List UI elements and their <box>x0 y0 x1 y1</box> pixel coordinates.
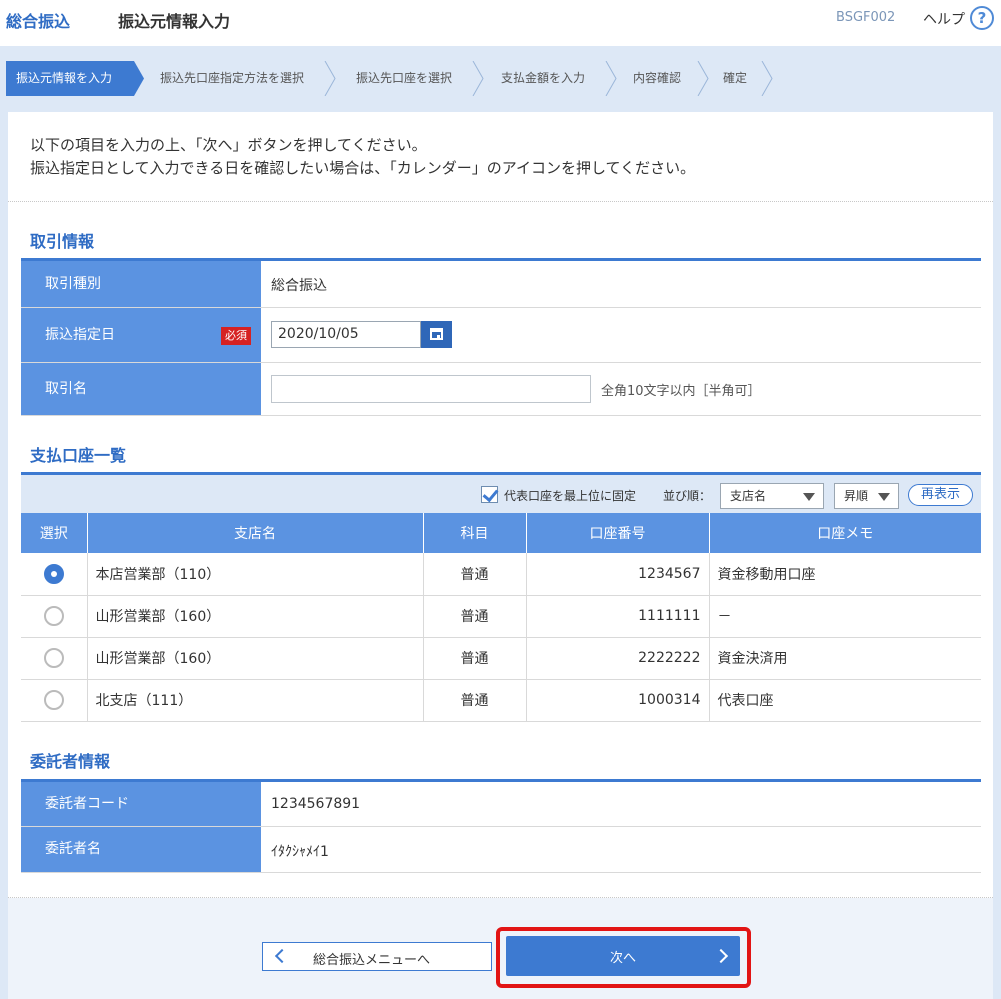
cell-memo: 資金移動用口座 <box>709 553 981 596</box>
cell-number: 1111111 <box>526 595 710 638</box>
section-title-consignor: 委託者情報 <box>30 752 111 771</box>
account-radio[interactable] <box>43 606 64 626</box>
chevron-down-icon <box>803 493 815 501</box>
table-row[interactable]: 本店営業部（110） 普通 1234567 資金移動用口座 <box>21 553 981 596</box>
instruction-line: 以下の項目を入力の上、「次へ」ボタンを押してください。 <box>30 136 427 154</box>
transaction-name-hint: 全角10文字以内［半角可］ <box>601 384 761 399</box>
step-amount: 支払金額を入力 <box>483 61 617 96</box>
section-title-accounts: 支払口座一覧 <box>30 446 127 465</box>
table-row[interactable]: 山形営業部（160） 普通 1111111 － <box>21 595 981 638</box>
sort-key-value: 支店名 <box>730 489 767 503</box>
row-consignor-name: 委託者名 ｲﾀｸｼｬﾒｲ1 <box>21 827 981 873</box>
row-transaction-type: 取引種別 総合振込 <box>21 261 981 308</box>
back-button-label: 総合振込メニューへ <box>313 953 431 968</box>
instruction-line: 振込指定日として入力できる日を確認したい場合は、「カレンダー」のアイコンを押して… <box>30 159 696 177</box>
accounts-table: 選択 支店名 科目 口座番号 口座メモ 本店営業部（110） 普通 123456… <box>21 513 981 722</box>
cell-number: 1234567 <box>526 553 710 596</box>
step-dest-method: 振込先口座指定方法を選択 <box>144 61 336 96</box>
cell-branch: 本店営業部（110） <box>87 553 424 596</box>
top-bar: 総合振込 振込元情報入力 BSGF002 ヘルプ ? <box>0 0 1001 46</box>
step-label: 振込先口座を選択 <box>356 71 453 85</box>
step-label: 内容確認 <box>633 71 682 85</box>
pin-primary-checkbox[interactable] <box>481 486 498 503</box>
col-header-branch: 支店名 <box>87 513 424 553</box>
help-icon[interactable]: ? <box>970 6 994 30</box>
section-title-transaction: 取引情報 <box>30 232 95 251</box>
next-button[interactable]: 次へ <box>506 936 740 976</box>
account-radio[interactable] <box>43 563 64 584</box>
step-label: 振込先口座指定方法を選択 <box>160 71 305 85</box>
footer-actions: 総合振込メニューへ 次へ <box>8 898 993 999</box>
redisplay-button[interactable]: 再表示 <box>908 484 973 506</box>
sort-key-select[interactable]: 支店名 <box>720 483 824 509</box>
step-label: 支払金額を入力 <box>501 71 586 85</box>
help-link[interactable]: ヘルプ <box>923 9 965 29</box>
label-consignor-name: 委託者名 <box>21 827 261 872</box>
step-arrow-icon <box>324 61 336 96</box>
cell-type: 普通 <box>423 595 527 638</box>
calendar-button[interactable] <box>421 321 452 348</box>
col-header-memo: 口座メモ <box>709 513 981 553</box>
cell-memo: 資金決済用 <box>709 637 981 680</box>
value-consignor-code: 1234567891 <box>271 796 361 812</box>
chevron-left-icon <box>274 948 290 964</box>
cell-branch: 山形営業部（160） <box>87 637 424 680</box>
step-confirm: 内容確認 <box>615 61 709 96</box>
label-consignor-code: 委託者コード <box>21 782 261 826</box>
step-source-info: 振込元情報を入力 <box>6 61 144 96</box>
sort-order-select[interactable]: 昇順 <box>834 483 899 509</box>
step-complete: 確定 <box>703 61 773 96</box>
consignor-table: 委託者コード 1234567891 委託者名 ｲﾀｸｼｬﾒｲ1 <box>21 779 981 873</box>
table-row[interactable]: 北支店（111） 普通 1000314 代表口座 <box>21 679 981 722</box>
cell-number: 1000314 <box>526 679 710 722</box>
required-badge: 必須 <box>221 327 251 345</box>
cell-branch: 北支店（111） <box>87 679 424 722</box>
sort-order-value: 昇順 <box>844 489 869 503</box>
app-title[interactable]: 総合振込 <box>6 8 70 32</box>
col-header-type: 科目 <box>423 513 527 553</box>
table-row[interactable]: 山形営業部（160） 普通 2222222 資金決済用 <box>21 637 981 680</box>
value-consignor-name: ｲﾀｸｼｬﾒｲ1 <box>271 844 329 860</box>
step-dest-account: 振込先口座を選択 <box>336 61 484 96</box>
divider <box>8 201 993 202</box>
account-radio[interactable] <box>43 690 64 710</box>
page-title: 振込元情報入力 <box>118 12 231 31</box>
sort-label: 並び順： <box>663 489 712 503</box>
step-label: 確定 <box>723 71 748 85</box>
transfer-date-input[interactable]: 2020/10/05 <box>271 321 421 348</box>
col-header-select: 選択 <box>21 513 88 553</box>
instructions: 以下の項目を入力の上、「次へ」ボタンを押してください。 振込指定日として入力でき… <box>30 134 695 180</box>
back-to-menu-button[interactable]: 総合振込メニューへ <box>262 942 492 971</box>
row-transfer-date: 振込指定日 必須 2020/10/05 <box>21 308 981 363</box>
cell-memo: － <box>709 595 981 638</box>
pin-primary-label: 代表口座を最上位に固定 <box>504 489 637 503</box>
transaction-table: 取引種別 総合振込 振込指定日 必須 2020/10/05 取引名 全角10文字… <box>21 258 981 416</box>
cell-type: 普通 <box>423 679 527 722</box>
step-arrow-icon <box>761 61 773 96</box>
cell-type: 普通 <box>423 637 527 680</box>
main-panel: 以下の項目を入力の上、「次へ」ボタンを押してください。 振込指定日として入力でき… <box>8 112 993 999</box>
chevron-down-icon <box>878 493 890 501</box>
accounts-toolbar: 代表口座を最上位に固定 並び順： 支店名 昇順 再表示 <box>21 472 981 513</box>
account-radio[interactable] <box>43 648 64 668</box>
value-transaction-type: 総合振込 <box>271 278 327 294</box>
step-label: 振込元情報を入力 <box>16 71 113 85</box>
screen-code: BSGF002 <box>836 10 896 25</box>
next-button-label: 次へ <box>609 951 636 966</box>
row-transaction-name: 取引名 全角10文字以内［半角可］ <box>21 363 981 416</box>
cell-type: 普通 <box>423 553 527 596</box>
cell-number: 2222222 <box>526 637 710 680</box>
label-transaction-name: 取引名 <box>21 363 261 415</box>
label-transaction-type: 取引種別 <box>21 261 261 307</box>
table-header-row: 選択 支店名 科目 口座番号 口座メモ <box>21 513 981 553</box>
cell-branch: 山形営業部（160） <box>87 595 424 638</box>
col-header-number: 口座番号 <box>526 513 710 553</box>
transaction-name-input[interactable] <box>271 375 591 403</box>
cell-memo: 代表口座 <box>709 679 981 722</box>
row-consignor-code: 委託者コード 1234567891 <box>21 782 981 827</box>
step-arrow-icon <box>134 61 144 96</box>
